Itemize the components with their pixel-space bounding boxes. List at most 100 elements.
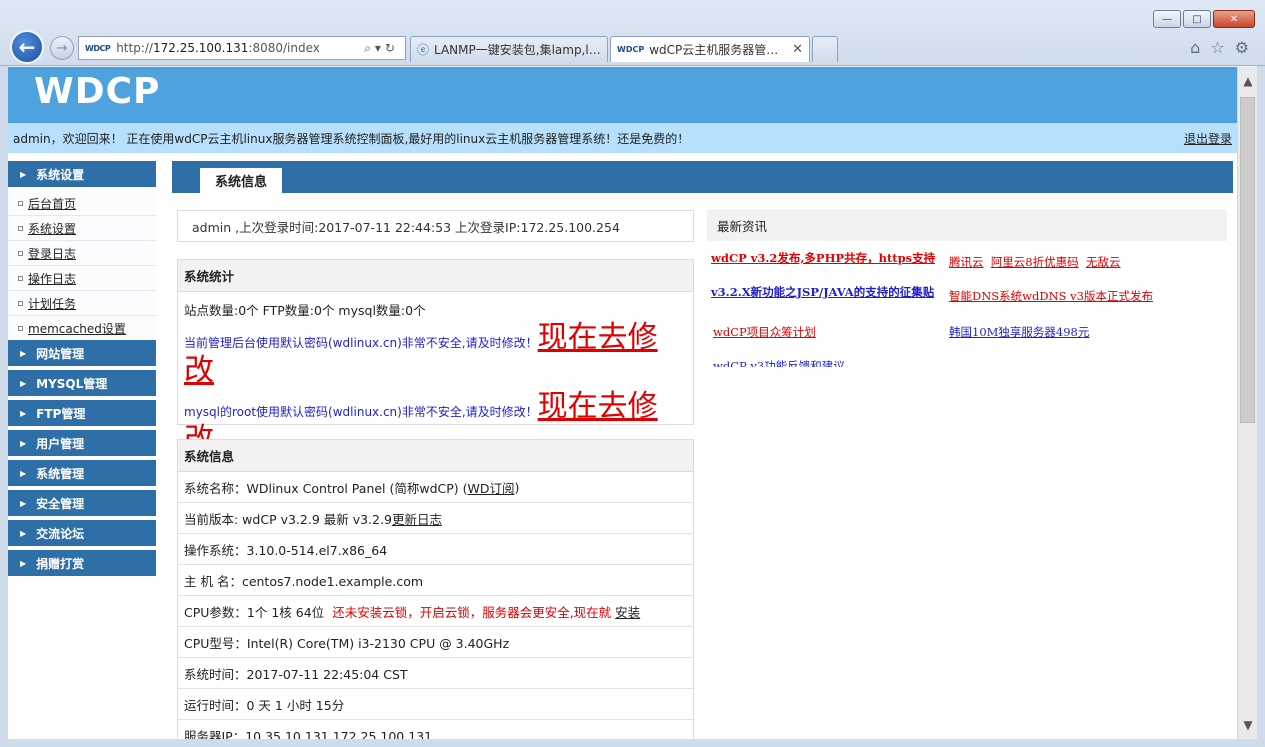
sidebar-item-login-log[interactable]: 登录日志 — [8, 241, 156, 266]
sidebar-item-scheduled-tasks[interactable]: 计划任务 — [8, 291, 156, 316]
browser-chrome: — □ ✕ ← → WDCP http://172.25.100.131:808… — [0, 0, 1265, 66]
wdcp-logo: WDCP — [34, 71, 161, 112]
info-row-cpu-model: CPU型号：Intel(R) Core(TM) i3-2130 CPU @ 3.… — [178, 627, 693, 658]
info-row-system-time: 系统时间：2017-07-11 22:45:04 CST — [178, 658, 693, 689]
admin-password-warning: 当前管理后台使用默认密码(wdlinux.cn)非常不安全,请及时修改！现在去修… — [178, 319, 693, 388]
wdcp-favicon-icon: WDCP — [617, 45, 645, 54]
new-tab-button[interactable] — [812, 36, 838, 62]
sidebar-item-operation-log[interactable]: 操作日志 — [8, 266, 156, 291]
install-cloudlock-link[interactable]: 安装 — [615, 602, 640, 621]
sidebar-group-mysql[interactable]: ▶ MYSQL管理 — [8, 370, 156, 400]
sidebar-group-users[interactable]: ▶ 用户管理 — [8, 430, 156, 460]
news-link[interactable]: 无敌云 — [1086, 255, 1121, 269]
triangle-right-icon: ▶ — [20, 558, 27, 568]
bullet-square-icon — [18, 300, 23, 306]
triangle-right-icon: ▶ — [20, 438, 27, 448]
page-viewport: WDCP admin，欢迎回来！ 正在使用wdCP云主机linux服务器管理系统… — [8, 67, 1237, 739]
panel-title: 系统信息 — [178, 440, 693, 472]
tab-label: wdCP云主机服务器管理系... — [649, 43, 786, 57]
news-link[interactable]: 腾讯云 — [949, 255, 984, 269]
main-tabbar: 系统信息 — [172, 161, 1233, 193]
tab-system-info[interactable]: 系统信息 — [200, 168, 282, 193]
info-row-hostname: 主 机 名：centos7.node1.example.com — [178, 565, 693, 596]
window-controls: — □ ✕ — [1153, 10, 1255, 28]
sidebar-item-label: 计划任务 — [28, 296, 77, 311]
changelog-link[interactable]: 更新日志 — [392, 509, 442, 528]
warning-text: mysql的root使用默认密码(wdlinux.cn)非常不安全,请及时修改！ — [184, 405, 538, 419]
sidebar-group-ftp[interactable]: ▶ FTP管理 — [8, 400, 156, 430]
cloudlock-notice: 还未安装云锁，开启云锁，服务器会更安全,现在就 — [332, 604, 612, 620]
wd-subscribe-link[interactable]: WD订阅 — [468, 478, 515, 497]
close-window-button[interactable]: ✕ — [1213, 10, 1255, 28]
panel-title: 系统统计 — [178, 260, 693, 292]
info-label: 当前版本: wdCP v3.2.9 最新 v3.2.9 — [184, 511, 392, 527]
info-row-version: 当前版本: wdCP v3.2.9 最新 v3.2.9 更新日志 — [178, 503, 693, 534]
vertical-scrollbar[interactable]: ▲ ▼ — [1237, 67, 1257, 739]
sidebar-item-system-settings[interactable]: 系统设置 — [8, 216, 156, 241]
news-link[interactable]: wdCP v3.2发布,多PHP共存，https支持 — [711, 251, 943, 265]
sidebar-item-memcached[interactable]: memcached设置 — [8, 316, 156, 340]
sidebar-group-label: 系统设置 — [36, 167, 85, 182]
address-bar[interactable]: WDCP http://172.25.100.131:8080/index ⌕▾… — [78, 36, 406, 60]
info-row-system-name: 系统名称：WDlinux Control Panel (简称wdCP) (WD订… — [178, 472, 693, 503]
tab-lanmp[interactable]: ⓔ LANMP一键安装包,集lamp,ln... — [410, 36, 608, 62]
scroll-thumb[interactable] — [1240, 97, 1255, 423]
change-admin-password-link[interactable]: 现在去修改 — [184, 320, 658, 388]
sidebar-group-donate[interactable]: ▶ 捐赠打赏 — [8, 550, 156, 580]
news-link[interactable]: wdCP v3功能反馈和建议 — [713, 359, 845, 367]
sidebar-item-label: 登录日志 — [28, 246, 77, 261]
info-suffix: ) — [514, 479, 520, 495]
sidebar-item-label: memcached设置 — [28, 321, 126, 336]
last-login-panel: admin ,上次登录时间:2017-07-11 22:44:53 上次登录IP… — [177, 210, 694, 242]
forward-arrow-icon: → — [56, 40, 68, 56]
sidebar-item-home[interactable]: 后台首页 — [8, 191, 156, 216]
sidebar-item-label: 操作日志 — [28, 271, 77, 286]
triangle-right-icon: ▶ — [20, 408, 27, 418]
window-frame-bottom — [0, 739, 1265, 747]
browser-toolbar-icons: ⌂ ☆ ⚙ — [1190, 38, 1249, 57]
minimize-button[interactable]: — — [1153, 10, 1181, 28]
sidebar-group-label: 交流论坛 — [36, 526, 85, 541]
settings-gear-icon[interactable]: ⚙ — [1235, 38, 1249, 57]
maximize-button[interactable]: □ — [1183, 10, 1211, 28]
sidebar-group-label: 捐赠打赏 — [36, 556, 85, 571]
bullet-square-icon — [18, 200, 23, 206]
tab-close-icon[interactable]: ✕ — [792, 42, 803, 57]
url-text[interactable]: http://172.25.100.131:8080/index — [116, 41, 364, 55]
bullet-square-icon — [18, 225, 23, 231]
news-link[interactable]: v3.2.X新功能之JSP/JAVA的支持的征集贴 — [711, 285, 951, 299]
news-link[interactable]: 智能DNS系统wdDNS v3版本正式发布 — [949, 289, 1153, 303]
url-rest: :8080/index — [248, 41, 320, 55]
tab-wdcp[interactable]: WDCP wdCP云主机服务器管理系... ✕ — [610, 36, 810, 62]
info-label: CPU型号：Intel(R) Core(TM) i3-2130 CPU @ 3.… — [184, 635, 510, 651]
news-link[interactable]: wdCP项目众筹计划 — [713, 325, 816, 339]
system-stats-panel: 系统统计 站点数量:0个 FTP数量:0个 mysql数量:0个 当前管理后台使… — [177, 259, 694, 456]
warning-text: 当前管理后台使用默认密码(wdlinux.cn)非常不安全,请及时修改！ — [184, 336, 538, 350]
news-link[interactable]: 韩国10M独享服务器498元 — [949, 325, 1089, 339]
info-label: 操作系统：3.10.0-514.el7.x86_64 — [184, 542, 388, 558]
triangle-right-icon: ▶ — [20, 498, 27, 508]
sidebar-group-website[interactable]: ▶ 网站管理 — [8, 340, 156, 370]
sidebar-group-security[interactable]: ▶ 安全管理 — [8, 490, 156, 520]
sidebar-group-forum[interactable]: ▶ 交流论坛 — [8, 520, 156, 550]
welcome-bar: admin，欢迎回来！ 正在使用wdCP云主机linux服务器管理系统控制面板,… — [8, 123, 1237, 153]
last-login-text: admin ,上次登录时间:2017-07-11 22:44:53 上次登录IP… — [192, 219, 620, 235]
home-icon[interactable]: ⌂ — [1190, 38, 1200, 57]
forward-button[interactable]: → — [50, 36, 74, 60]
scroll-down-icon[interactable]: ▼ — [1238, 715, 1258, 735]
favorites-star-icon[interactable]: ☆ — [1210, 38, 1224, 57]
logout-link[interactable]: 退出登录 — [1184, 130, 1232, 147]
triangle-right-icon: ▶ — [20, 468, 27, 478]
news-link[interactable]: 阿里云8折优惠码 — [991, 255, 1079, 269]
news-ad-row: 腾讯云 阿里云8折优惠码 无敌云 — [949, 255, 1120, 269]
sidebar-group-system-settings[interactable]: ▶ 系统设置 — [8, 161, 156, 191]
triangle-right-icon: ▶ — [20, 169, 27, 179]
search-refresh-icon[interactable]: ⌕▾↻ — [364, 41, 399, 56]
url-host: 172.25.100.131 — [152, 41, 249, 55]
scroll-up-icon[interactable]: ▲ — [1238, 71, 1258, 91]
sidebar-group-system-management[interactable]: ▶ 系统管理 — [8, 460, 156, 490]
site-header: WDCP — [8, 67, 1237, 123]
sidebar-group-label: 安全管理 — [36, 496, 85, 511]
bullet-square-icon — [18, 250, 23, 256]
back-button[interactable]: ← — [10, 30, 44, 64]
